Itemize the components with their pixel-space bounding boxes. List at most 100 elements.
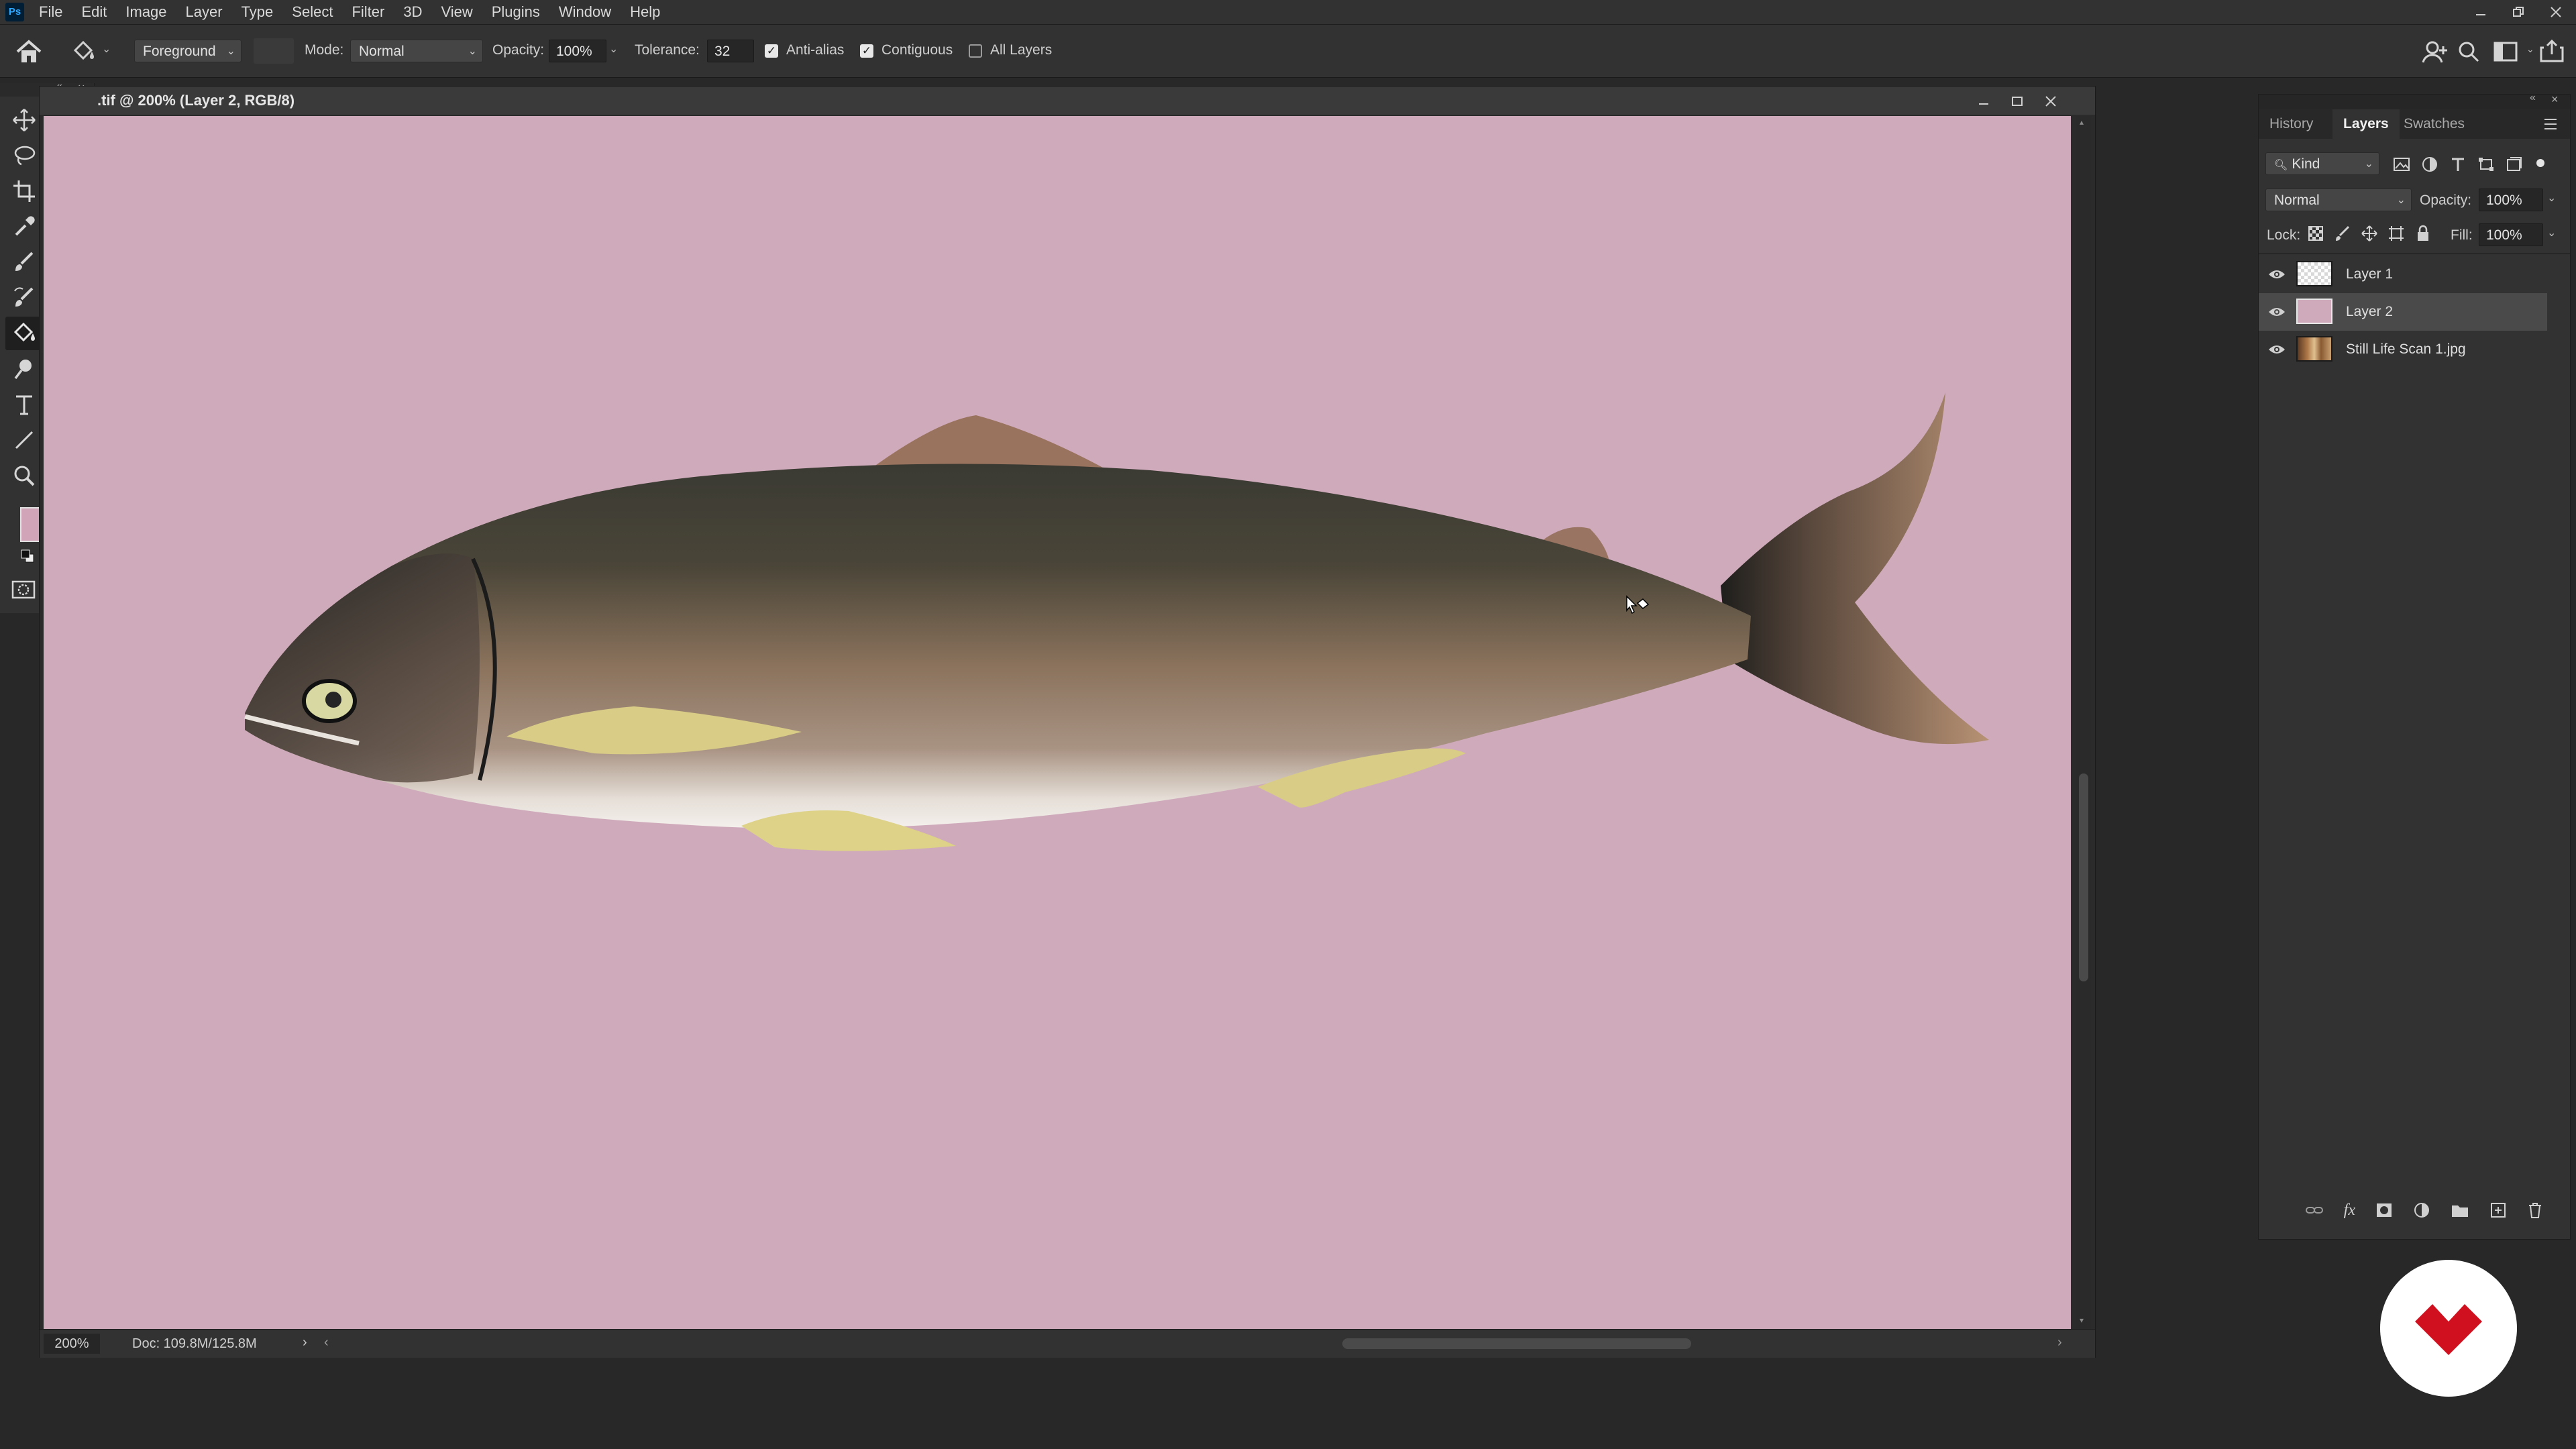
- tolerance-field[interactable]: 32: [707, 40, 754, 62]
- default-colors-icon[interactable]: [20, 549, 35, 564]
- lock-artboard-icon[interactable]: [2387, 225, 2405, 242]
- layer-row-layer-2[interactable]: Layer 2: [2259, 293, 2547, 331]
- search-icon[interactable]: [2457, 40, 2481, 64]
- shape-layer-filter-icon[interactable]: [2477, 156, 2495, 172]
- eye-icon[interactable]: [2268, 269, 2286, 280]
- quick-mask-icon[interactable]: [11, 578, 36, 601]
- line-tool[interactable]: [5, 423, 43, 457]
- new-layer-icon[interactable]: [2489, 1201, 2507, 1219]
- anti-alias-checkbox[interactable]: ✓: [765, 44, 778, 58]
- vertical-scroll-thumb[interactable]: [2079, 773, 2088, 981]
- opacity-field[interactable]: 100%: [549, 40, 606, 62]
- export-share-icon[interactable]: [2538, 38, 2565, 64]
- lock-image-pixels-icon[interactable]: [2334, 225, 2351, 242]
- menu-layer[interactable]: Layer: [186, 3, 223, 21]
- paint-bucket-preset-icon[interactable]: [70, 38, 97, 65]
- layer-name[interactable]: Still Life Scan 1.jpg: [2346, 341, 2466, 358]
- doc-close-icon[interactable]: [2044, 95, 2057, 108]
- lock-position-icon[interactable]: [2361, 225, 2378, 242]
- blend-mode-dropdown[interactable]: Normal ⌄: [2265, 189, 2412, 211]
- image-canvas[interactable]: [44, 116, 2071, 1329]
- lasso-tool[interactable]: [5, 139, 43, 172]
- menu-plugins[interactable]: Plugins: [492, 3, 540, 21]
- fx-icon[interactable]: fx: [2344, 1201, 2355, 1220]
- lock-transparent-pixels-icon[interactable]: [2307, 225, 2324, 242]
- close-icon[interactable]: [2549, 5, 2563, 19]
- fill-field[interactable]: 100%: [2479, 223, 2543, 246]
- type-tool[interactable]: [5, 388, 43, 421]
- layer-opacity-chevron-icon[interactable]: ⌄: [2547, 191, 2556, 205]
- document-info[interactable]: Doc: 109.8M/125.8M: [132, 1336, 257, 1352]
- menu-window[interactable]: Window: [559, 3, 611, 21]
- contiguous-checkbox[interactable]: ✓: [860, 44, 873, 58]
- horizontal-scroll-thumb[interactable]: [1342, 1338, 1691, 1349]
- tab-layers[interactable]: Layers: [2332, 109, 2400, 139]
- add-mask-icon[interactable]: [2375, 1202, 2393, 1218]
- menu-3d[interactable]: 3D: [403, 3, 422, 21]
- tab-swatches[interactable]: Swatches: [2393, 109, 2475, 139]
- all-layers-checkbox[interactable]: [969, 44, 982, 58]
- eye-icon[interactable]: [2268, 344, 2286, 355]
- mode-dropdown[interactable]: Normal ⌄: [350, 40, 483, 62]
- tab-history[interactable]: History: [2259, 109, 2324, 139]
- menu-type[interactable]: Type: [241, 3, 274, 21]
- workspace-icon[interactable]: [2493, 40, 2520, 64]
- status-menu-chevron-icon[interactable]: ›: [303, 1335, 307, 1350]
- doc-minimize-icon[interactable]: [1977, 95, 1990, 108]
- history-brush-tool[interactable]: [5, 281, 43, 315]
- zoom-tool[interactable]: [5, 459, 43, 492]
- scroll-up-icon[interactable]: ▴: [2080, 117, 2084, 127]
- fill-source-dropdown[interactable]: Foreground ⌄: [134, 40, 241, 62]
- layer-name[interactable]: Layer 2: [2346, 304, 2393, 320]
- panel-menu-icon[interactable]: [2543, 117, 2558, 131]
- new-adjustment-layer-icon[interactable]: [2413, 1201, 2430, 1219]
- collapse-icon[interactable]: «: [2530, 92, 2536, 104]
- new-group-icon[interactable]: [2451, 1202, 2469, 1218]
- eyedropper-tool[interactable]: [5, 210, 43, 244]
- dodge-tool[interactable]: [5, 352, 43, 386]
- crop-tool[interactable]: [5, 174, 43, 208]
- document-tab[interactable]: .tif @ 200% (Layer 2, RGB/8): [40, 87, 2095, 115]
- photoshop-logo[interactable]: Ps: [5, 3, 24, 21]
- layer-opacity-field[interactable]: 100%: [2479, 189, 2543, 211]
- smart-object-filter-icon[interactable]: [2506, 156, 2523, 172]
- move-tool[interactable]: [5, 103, 43, 137]
- menu-view[interactable]: View: [441, 3, 472, 21]
- type-layer-filter-icon[interactable]: [2449, 156, 2467, 172]
- menu-help[interactable]: Help: [630, 3, 660, 21]
- home-icon[interactable]: [15, 38, 43, 65]
- scroll-down-icon[interactable]: ▾: [2080, 1316, 2084, 1325]
- layer-row-layer-1[interactable]: Layer 1: [2259, 256, 2547, 293]
- paint-bucket-tool[interactable]: [5, 317, 43, 350]
- menu-edit[interactable]: Edit: [81, 3, 107, 21]
- share-user-icon[interactable]: [2422, 40, 2449, 64]
- minimize-icon[interactable]: [2474, 5, 2487, 19]
- pixel-layer-filter-icon[interactable]: [2393, 156, 2410, 172]
- link-layers-icon[interactable]: [2305, 1203, 2324, 1217]
- filter-toggle-icon[interactable]: [2534, 156, 2547, 172]
- fill-chevron-icon[interactable]: ⌄: [2547, 226, 2556, 239]
- menu-image[interactable]: Image: [125, 3, 166, 21]
- doc-maximize-icon[interactable]: [2010, 95, 2024, 108]
- eye-icon[interactable]: [2268, 307, 2286, 317]
- opacity-chevron-icon[interactable]: ⌄: [609, 42, 618, 56]
- panel-header[interactable]: « ×: [2259, 92, 2570, 109]
- workspace-chevron-icon[interactable]: ⌄: [2526, 44, 2534, 55]
- preset-chevron-icon[interactable]: ⌄: [102, 42, 111, 56]
- delete-layer-icon[interactable]: [2527, 1201, 2543, 1219]
- lock-all-icon[interactable]: [2414, 225, 2432, 242]
- scroll-left-icon[interactable]: ‹: [324, 1335, 329, 1350]
- menu-select[interactable]: Select: [292, 3, 333, 21]
- scroll-right-icon[interactable]: ›: [2057, 1335, 2062, 1350]
- brush-tool[interactable]: [5, 246, 43, 279]
- menu-file[interactable]: File: [39, 3, 62, 21]
- vertical-scrollbar[interactable]: ▴ ▾: [2076, 116, 2091, 1329]
- layer-filter-dropdown[interactable]: 🔍︎ Kind ⌄: [2265, 152, 2379, 175]
- pattern-picker[interactable]: [254, 38, 294, 64]
- layer-name[interactable]: Layer 1: [2346, 266, 2393, 282]
- layer-row-still-life-scan[interactable]: Still Life Scan 1.jpg: [2259, 331, 2547, 368]
- adjustment-layer-filter-icon[interactable]: [2421, 156, 2438, 172]
- close-icon[interactable]: ×: [2551, 93, 2559, 107]
- menu-filter[interactable]: Filter: [352, 3, 384, 21]
- zoom-field[interactable]: 200%: [44, 1334, 100, 1354]
